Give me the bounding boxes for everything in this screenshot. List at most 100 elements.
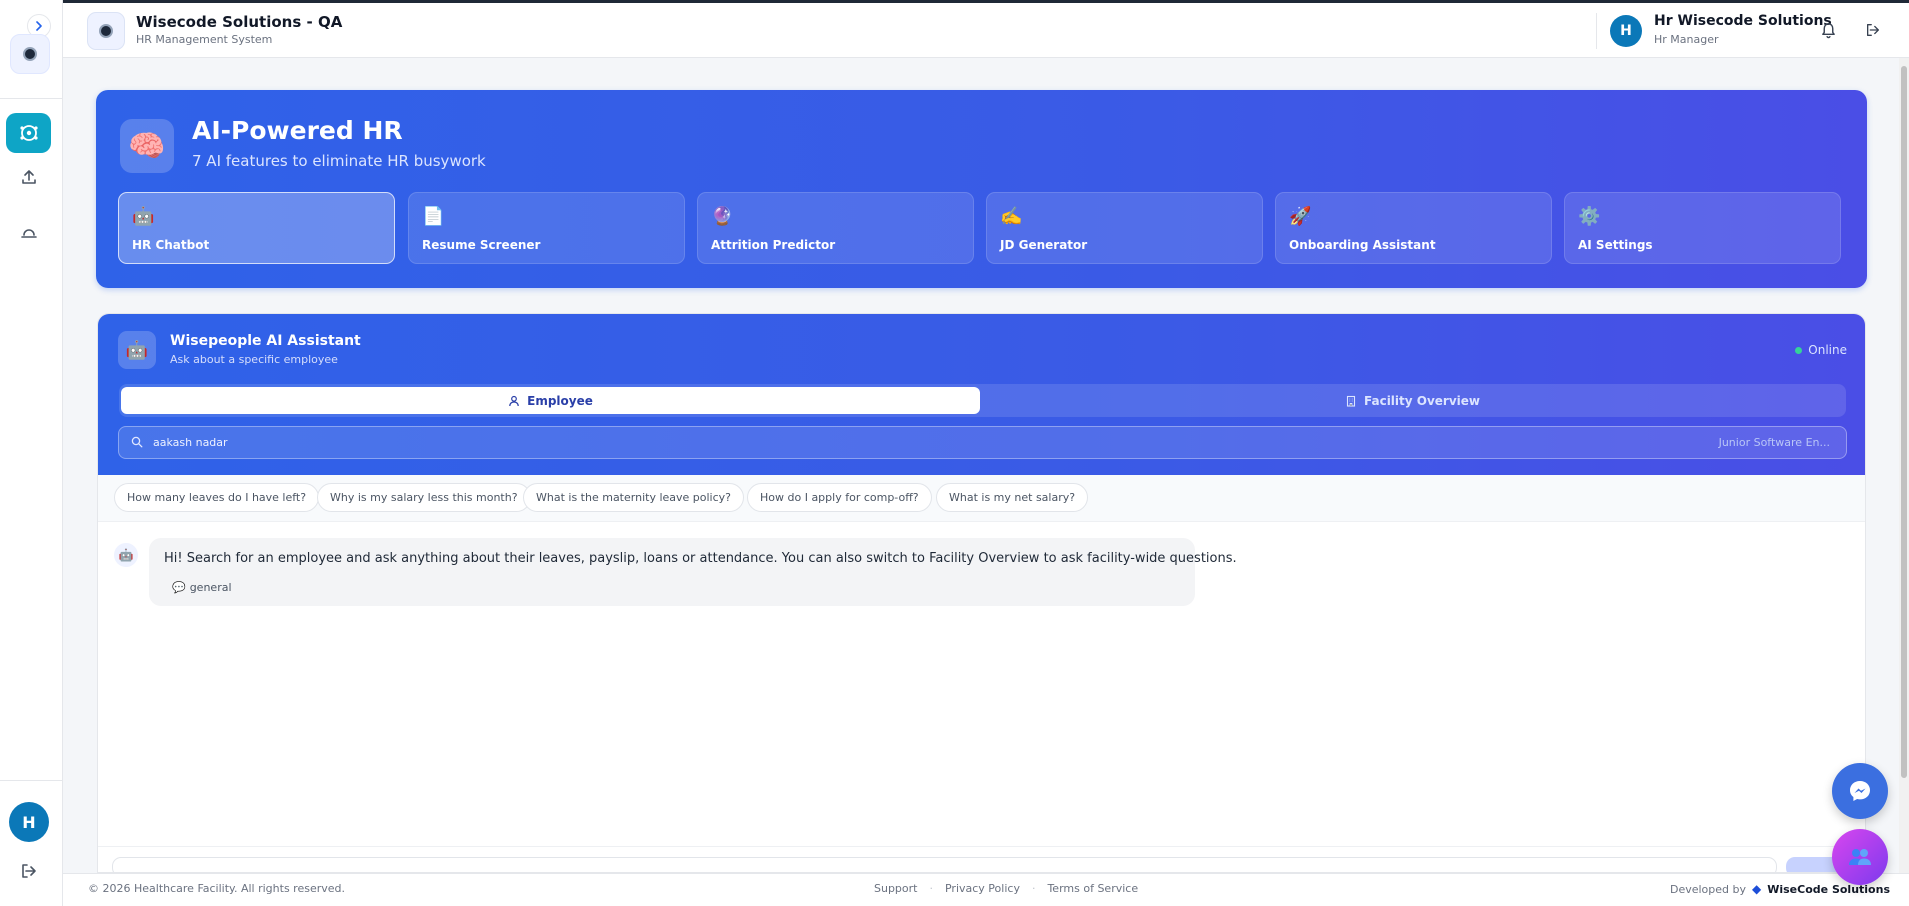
sidebar-logo[interactable] — [10, 34, 50, 74]
feature-label: HR Chatbot — [132, 238, 210, 252]
building-icon — [1346, 395, 1356, 407]
hero-subtitle: 7 AI features to eliminate HR busywork — [192, 152, 486, 170]
chevron-right-icon — [36, 21, 42, 31]
suggestion-chip[interactable]: What is my net salary? — [936, 483, 1089, 512]
page-scrollbar[interactable] — [1899, 58, 1909, 873]
employee-role-label: Junior Software En... — [1718, 436, 1830, 449]
sidebar-divider — [0, 780, 63, 781]
sidebar-item-upload[interactable] — [16, 164, 42, 190]
robot-icon: 🤖 — [132, 206, 155, 227]
footer-link-privacy[interactable]: Privacy Policy — [945, 882, 1020, 895]
bot-avatar: 🤖 — [114, 543, 138, 567]
status-dot-icon — [1795, 346, 1803, 354]
app-subtitle: HR Management System — [136, 33, 273, 46]
document-icon: 📄 — [422, 206, 445, 227]
user-avatar[interactable]: H — [1610, 15, 1642, 47]
search-icon — [131, 436, 143, 448]
assistant-subtitle: Ask about a specific employee — [170, 353, 338, 366]
top-header: Wisecode Solutions - QA HR Management Sy… — [63, 3, 1909, 58]
messenger-button[interactable] — [1832, 763, 1888, 819]
upload-icon — [22, 170, 36, 184]
logout-icon — [1867, 24, 1879, 36]
brain-icon: 🧠 — [120, 119, 174, 173]
tab-label: Employee — [527, 393, 593, 408]
tab-employee[interactable]: Employee — [121, 387, 980, 414]
sidebar-divider — [0, 98, 63, 99]
sidebar-item-sunset[interactable] — [16, 219, 42, 245]
header-logout-button[interactable] — [1862, 19, 1884, 41]
suggestion-chips: How many leaves do I have left? Why is m… — [98, 475, 1865, 522]
logout-icon — [22, 864, 36, 878]
sidebar-avatar[interactable]: H — [9, 802, 49, 842]
logo-icon — [99, 24, 113, 38]
logo-icon — [23, 47, 37, 61]
sunset-icon — [21, 229, 37, 238]
developed-by-label: Developed by — [1669, 882, 1746, 896]
crystal-ball-icon: 🔮 — [711, 206, 734, 227]
mode-tabs: Employee Facility Overview — [119, 384, 1846, 417]
sidebar-item-ai[interactable] — [6, 113, 51, 153]
team-chat-button[interactable] — [1832, 829, 1888, 885]
footer-links: Support · Privacy Policy · Terms of Serv… — [874, 882, 1138, 895]
tab-facility-overview[interactable]: Facility Overview — [982, 387, 1843, 414]
suggestion-chip[interactable]: How do I apply for comp-off? — [747, 483, 932, 512]
chat-panel: 🤖 Wisepeople AI Assistant Ask about a sp… — [97, 313, 1866, 873]
tab-label: Facility Overview — [1363, 393, 1481, 408]
footer-link-support[interactable]: Support — [874, 882, 917, 895]
suggestion-chip[interactable]: What is the maternity leave policy? — [523, 483, 745, 512]
sidebar: H — [0, 0, 63, 906]
writing-hand-icon: ✍️ — [1000, 206, 1023, 227]
bot-message: Hi! Search for an employee and ask anyth… — [149, 538, 1237, 606]
user-role: Hr Manager — [1654, 33, 1719, 46]
brand-logo-icon: ◆ — [1752, 882, 1762, 896]
footer-separator: · — [929, 882, 933, 895]
message-tag: 💬 general — [172, 581, 232, 594]
online-status: Online — [1795, 343, 1847, 357]
feature-label: AI Settings — [1578, 238, 1653, 252]
bell-icon — [1821, 22, 1835, 38]
feature-ai-settings[interactable]: ⚙️ AI Settings — [1564, 192, 1841, 264]
feature-attrition-predictor[interactable]: 🔮 Attrition Predictor — [697, 192, 974, 264]
feature-label: Resume Screener — [422, 238, 541, 252]
footer-copyright: © 2026 Healthcare Facility. All rights r… — [88, 882, 345, 895]
footer-separator: · — [1031, 882, 1036, 895]
header-logo[interactable] — [87, 12, 125, 50]
ai-brain-icon — [19, 125, 38, 141]
message-text: Hi! Search for an employee and ask anyth… — [164, 551, 1237, 566]
feature-onboarding-assistant[interactable]: 🚀 Onboarding Assistant — [1275, 192, 1552, 264]
footer: © 2026 Healthcare Facility. All rights r… — [63, 873, 1909, 906]
chat-panel-header: 🤖 Wisepeople AI Assistant Ask about a sp… — [98, 314, 1865, 475]
robot-icon: 🤖 — [118, 331, 156, 369]
suggestion-chip[interactable]: Why is my salary less this month? — [317, 483, 531, 512]
feature-hr-chatbot[interactable]: 🤖 HR Chatbot — [118, 192, 395, 264]
feature-label: Attrition Predictor — [711, 238, 836, 252]
chat-input-area — [98, 846, 1865, 872]
assistant-title: Wisepeople AI Assistant — [170, 333, 361, 349]
search-value: aakash nadar — [153, 436, 228, 449]
feature-resume-screener[interactable]: 📄 Resume Screener — [408, 192, 685, 264]
developer-brand[interactable]: WiseCode Solutions — [1767, 883, 1890, 896]
employee-search-input[interactable]: aakash nadar Junior Software En... — [118, 426, 1847, 459]
suggestion-chip[interactable]: How many leaves do I have left? — [114, 483, 320, 512]
notifications-button[interactable] — [1817, 19, 1839, 41]
messenger-icon — [1850, 781, 1870, 801]
sidebar-logout-button[interactable] — [16, 858, 42, 884]
hero-title: AI-Powered HR — [192, 116, 403, 145]
header-divider — [1596, 13, 1597, 49]
message-tag-label: general — [189, 581, 232, 594]
user-name: Hr Wisecode Solutions — [1654, 13, 1832, 29]
footer-link-terms[interactable]: Terms of Service — [1047, 882, 1138, 895]
ai-hero-banner: 🧠 AI-Powered HR 7 AI features to elimina… — [96, 90, 1867, 288]
app-title: Wisecode Solutions - QA — [136, 13, 343, 31]
chat-input[interactable] — [112, 857, 1777, 872]
rocket-icon: 🚀 — [1289, 206, 1312, 227]
user-icon — [509, 395, 519, 406]
status-label: Online — [1808, 343, 1847, 357]
speech-bubble-icon: 💬 — [172, 581, 186, 594]
scrollbar-thumb[interactable] — [1901, 66, 1907, 778]
feature-label: JD Generator — [1000, 238, 1088, 252]
feature-label: Onboarding Assistant — [1289, 238, 1436, 252]
feature-jd-generator[interactable]: ✍️ JD Generator — [986, 192, 1263, 264]
team-icon — [1849, 849, 1871, 865]
gear-icon: ⚙️ — [1578, 206, 1601, 227]
